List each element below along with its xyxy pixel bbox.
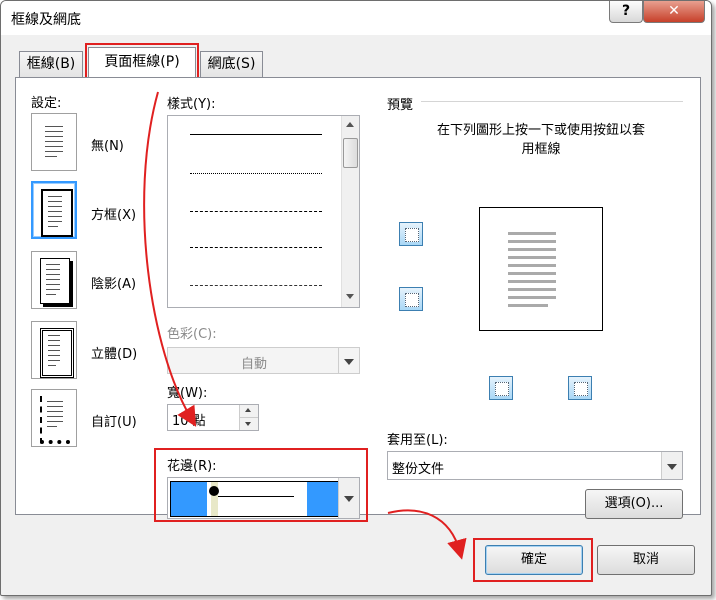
arrow-tab-to-art [143,91,197,427]
annotation-arrows [143,91,467,560]
arrow-art-to-ok [387,509,467,560]
